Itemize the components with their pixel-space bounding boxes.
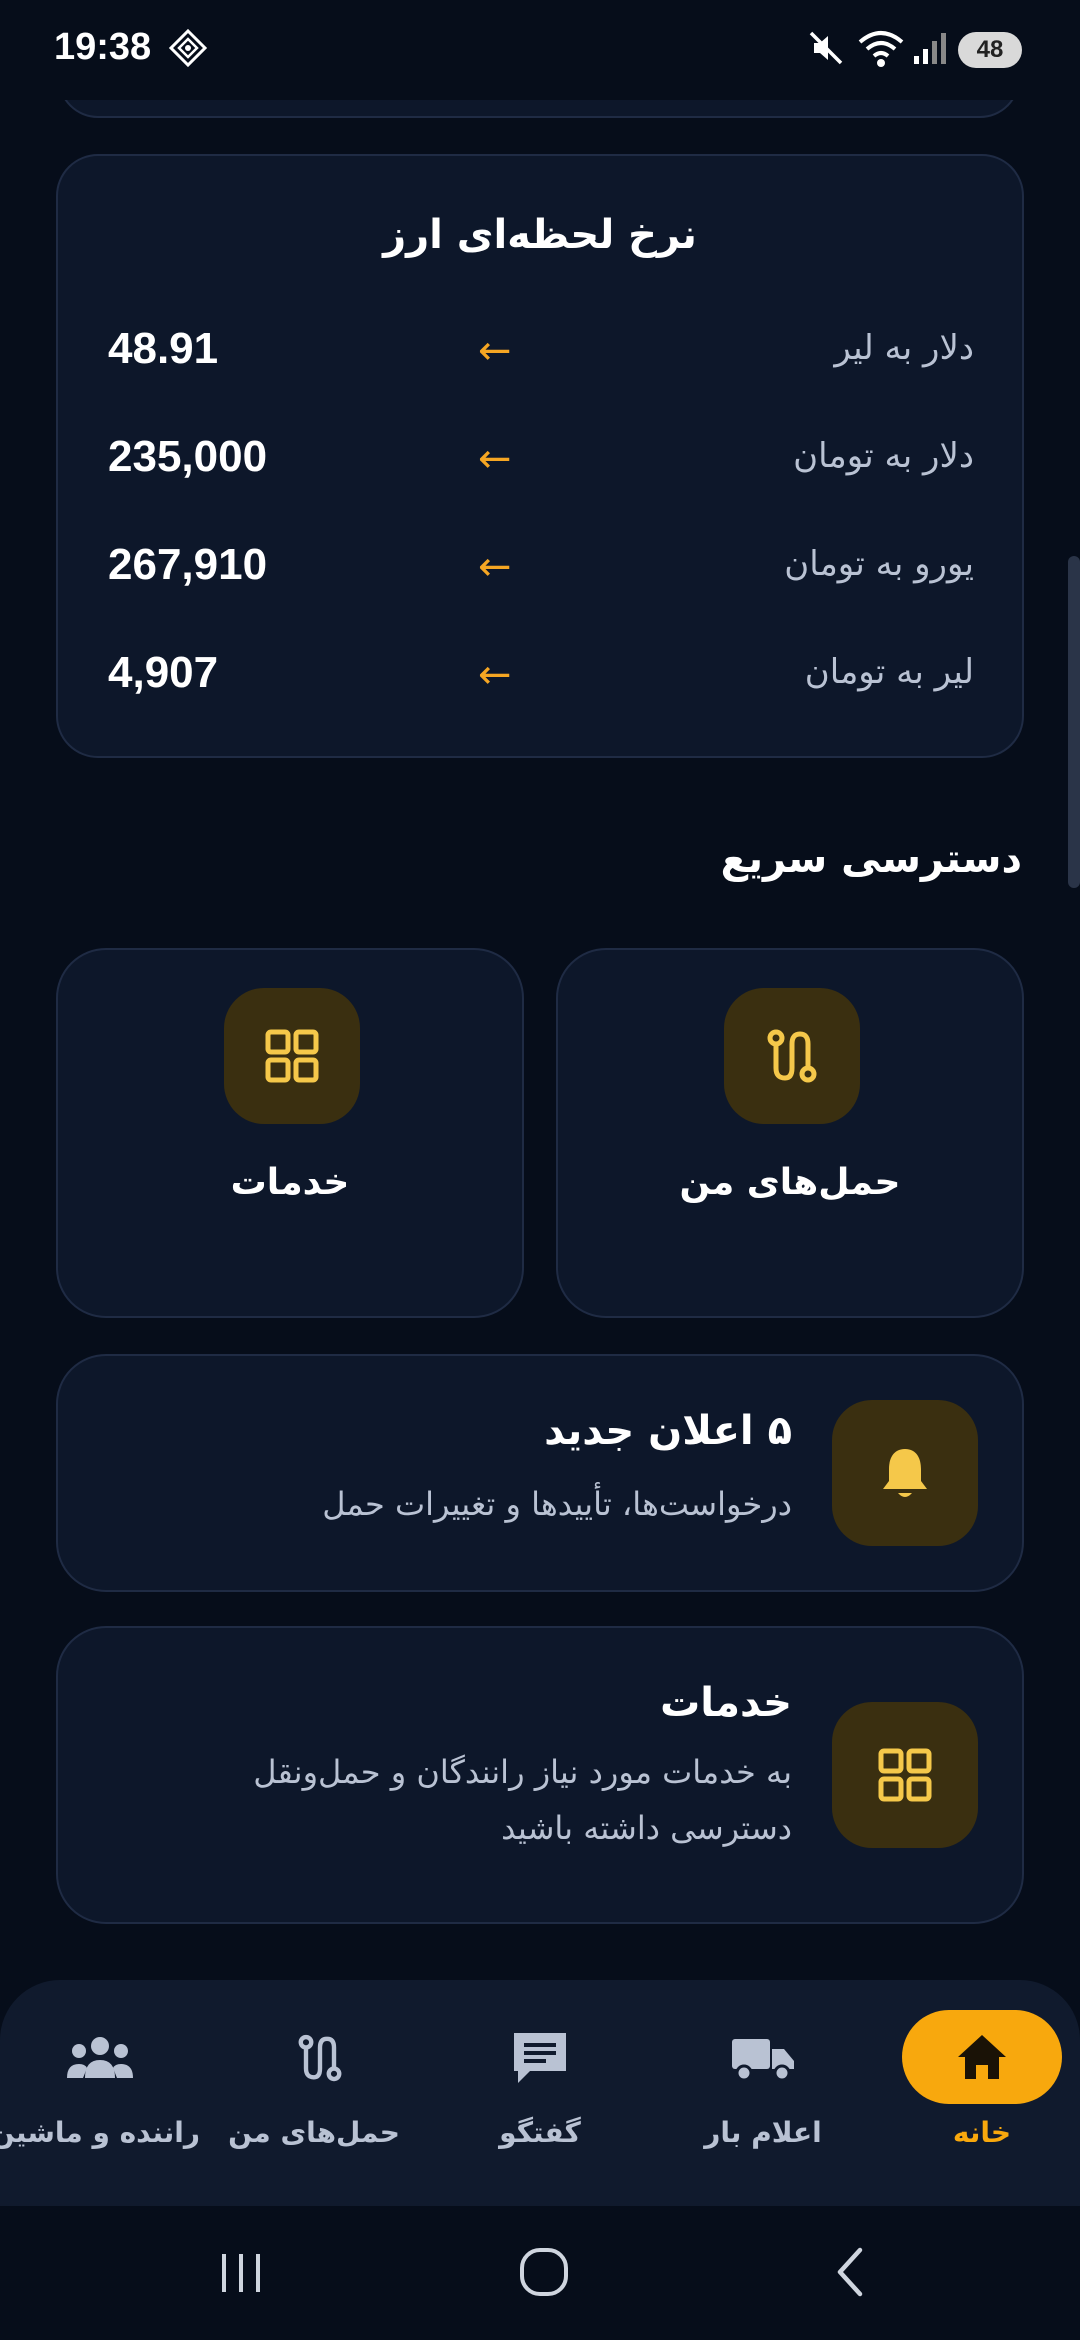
bottom-navigation: خانه اعلام بار گفتگو <box>0 1980 1080 2206</box>
rate-label: دلار به لیر <box>834 328 974 368</box>
rate-value: 267,910 <box>108 540 268 589</box>
grid-icon <box>224 988 360 1124</box>
rate-row: دلار به تومان ← 235,000 <box>58 422 1022 502</box>
nav-item-my-shipments[interactable]: حمل‌های من <box>228 1980 400 2206</box>
system-navigation-bar <box>0 2206 1080 2340</box>
nav-label: حمل‌های من <box>228 2116 400 2149</box>
nav-label: گفتگو <box>499 2116 581 2149</box>
nav-item-post-cargo[interactable]: اعلام بار <box>690 1980 836 2206</box>
quick-tile-services[interactable]: خدمات <box>56 948 524 1318</box>
services-title: خدمات <box>660 1680 792 1726</box>
route-icon <box>724 988 860 1124</box>
grid-icon <box>832 1702 978 1848</box>
nav-label: خانه <box>952 2116 1012 2149</box>
nav-label: راننده و ماشین <box>0 2116 200 2149</box>
rate-value: 48.91 <box>108 324 219 373</box>
notifications-title: ۵ اعلان جدید <box>544 1408 792 1454</box>
wifi-icon <box>856 28 906 74</box>
rate-row: یورو به تومان ← 267,910 <box>58 530 1022 610</box>
truck-icon <box>690 2010 836 2106</box>
rate-row: لیر به تومان ← 4,907 <box>58 638 1022 718</box>
recent-apps-icon[interactable] <box>216 2242 266 2306</box>
route-icon <box>240 2010 400 2106</box>
notifications-card[interactable]: ۵ اعلان جدید درخواست‌ها، تأییدها و تغییر… <box>56 1354 1024 1592</box>
bell-icon <box>832 1400 978 1546</box>
signal-icon <box>912 28 950 72</box>
tile-label: حمل‌های من <box>679 1162 901 1203</box>
rates-title: نرخ لحظه‌ای ارز <box>383 212 697 258</box>
status-bar: 19:38 48 <box>0 0 1080 100</box>
arrow-left-icon: ← <box>478 436 512 482</box>
nav-label: اعلام بار <box>704 2116 822 2149</box>
people-icon <box>0 2010 200 2106</box>
services-subtitle: به خدمات مورد نیاز رانندگان و حمل‌ونقل د… <box>253 1753 792 1847</box>
quick-tile-my-shipments[interactable]: حمل‌های من <box>556 948 1024 1318</box>
rate-value: 235,000 <box>108 432 268 481</box>
rate-label: لیر به تومان <box>804 652 974 692</box>
nav-item-chat[interactable]: گفتگو <box>480 1980 600 2206</box>
arrow-left-icon: ← <box>478 328 512 374</box>
rate-row: دلار به لیر ← 48.91 <box>58 314 1022 394</box>
notifications-subtitle: درخواست‌ها، تأییدها و تغییرات حمل <box>322 1485 792 1523</box>
status-time: 19:38 <box>54 26 152 68</box>
mute-icon <box>806 28 846 72</box>
rate-label: دلار به تومان <box>793 436 974 476</box>
arrow-left-icon: ← <box>478 544 512 590</box>
rate-label: یورو به تومان <box>784 544 974 584</box>
nav-item-home[interactable]: خانه <box>902 1980 1062 2206</box>
back-icon[interactable] <box>826 2242 876 2306</box>
exchange-rates-card: نرخ لحظه‌ای ارز دلار به لیر ← 48.91 دلار… <box>56 154 1024 758</box>
tile-label: خدمات <box>230 1162 350 1203</box>
home-icon <box>902 2010 1062 2104</box>
rate-value: 4,907 <box>108 648 219 697</box>
services-card[interactable]: خدمات به خدمات مورد نیاز رانندگان و حمل‌… <box>56 1626 1024 1924</box>
diamond-icon <box>168 28 208 72</box>
battery-icon: 48 <box>958 32 1022 68</box>
nav-item-driver-vehicle[interactable]: راننده و ماشین <box>0 1980 200 2206</box>
quick-access-title: دسترسی سریع <box>720 836 1022 882</box>
arrow-left-icon: ← <box>478 652 512 698</box>
chat-icon <box>480 2010 600 2106</box>
scrollbar[interactable] <box>1068 556 1080 888</box>
home-button-icon[interactable] <box>514 2242 574 2306</box>
